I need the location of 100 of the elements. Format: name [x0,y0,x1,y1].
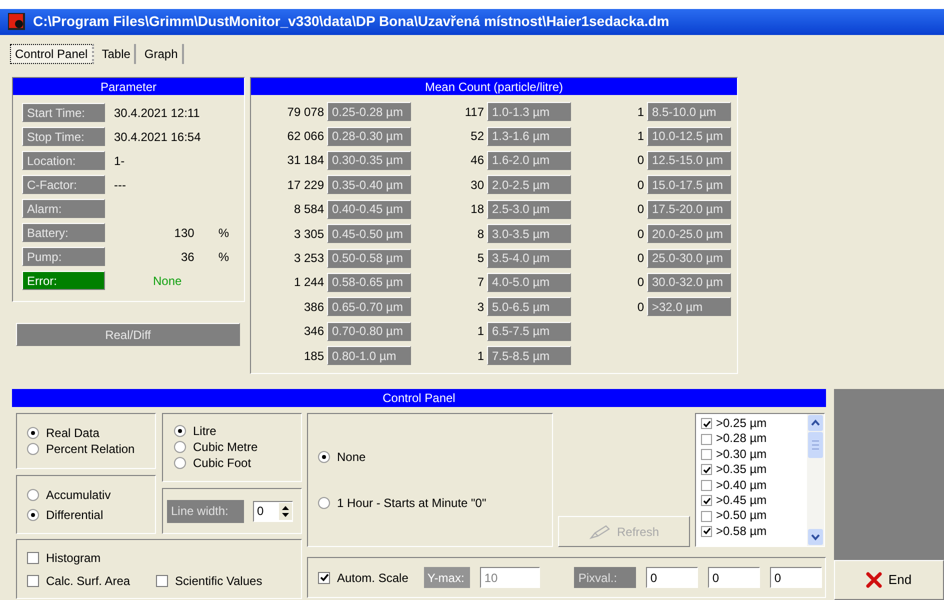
tab[interactable]: Control Panel [10,44,94,64]
field-label: 0.28-0.30 µm [327,126,411,146]
field-label: 10.0-12.5 µm [647,126,731,146]
count-value: 1 [637,128,644,146]
field-value: 30.4.2021 16:54 [114,128,201,146]
checkbox[interactable] [701,448,712,460]
radio-label: Accumulativ [46,486,111,504]
channel-label: >0.40 µm [716,478,767,493]
count-value: 8 584 [294,201,324,218]
field-label: 3.0-3.5 µm [487,224,571,244]
checkbox-label: Autom. Scale [337,570,408,586]
pixval-field[interactable]: 0 [646,567,698,588]
field-label: 0.80-1.0 µm [327,346,411,366]
count-value: 17 229 [287,176,324,194]
spin-box[interactable]: 0 [253,500,293,522]
field-label: 25.0-30.0 µm [647,248,731,268]
radio-button[interactable] [174,457,186,469]
channel-label: >0.58 µm [716,524,767,540]
field-label: 2.5-3.0 µm [487,200,571,219]
scroll-bar[interactable] [807,414,824,546]
count-value: 1 [477,348,484,365]
checkbox[interactable] [701,495,712,506]
count-value: 8 [477,226,484,243]
radio-button[interactable] [318,497,330,509]
window-title: C:\Program Files\Grimm\DustMonitor_v330\data\DP Bona\Uzavřená místnost\Haier1sedacka.dm [33,12,670,32]
checkbox[interactable] [156,574,168,586]
count-value: 386 [304,298,324,316]
radio-button[interactable] [174,441,186,453]
tab[interactable]: Graph [140,44,184,64]
field-label: Location: [22,151,105,170]
field-label: 3.5-4.0 µm [487,248,571,268]
count-value: 3 305 [294,226,324,243]
field-label: 30.0-32.0 µm [647,272,731,292]
checkbox-label: Histogram [46,550,101,566]
radio-label: Cubic Foot [193,455,252,472]
radio-button[interactable] [174,425,186,437]
count-value: 185 [304,348,324,365]
field-label: 5.0-6.5 µm [487,297,571,316]
checkbox[interactable] [701,510,712,522]
pen-icon [588,524,611,540]
field-label: 17.5-20.0 µm [647,200,731,219]
radio-label: Real Data [46,425,100,442]
checkbox[interactable] [318,572,330,584]
channel-label: >0.50 µm [716,508,767,524]
count-value: 18 [470,201,484,218]
panel-header: Control Panel [12,389,826,407]
field-label: Pump: [22,247,105,266]
count-value: 0 [637,152,644,170]
count-value: 1 [477,323,484,340]
radio-label: Cubic Metre [193,439,258,456]
field-label: 0.58-0.65 µm [327,272,411,292]
pixval-field[interactable]: 0 [770,567,822,588]
field-label: Line width: [167,500,244,522]
field-label: 0.65-0.70 µm [327,297,411,316]
app-icon [8,13,25,30]
radio-button[interactable] [27,443,39,455]
field-label: Pixval.: [574,567,636,588]
radio-button[interactable] [27,508,39,520]
checkbox[interactable] [27,552,39,564]
radio-button[interactable] [27,488,39,500]
count-value: 46 [470,152,484,170]
panel-header: Mean Count (particle/litre) [251,78,737,95]
field-label: 1.6-2.0 µm [487,150,571,170]
count-value: 62 066 [287,128,324,146]
pixval-field[interactable]: 0 [708,567,760,588]
field-label: Alarm: [22,199,105,218]
radio-label: Litre [193,423,216,440]
field-label: 0.45-0.50 µm [327,224,411,244]
checkbox[interactable] [701,464,712,476]
checkbox[interactable] [701,418,712,430]
field-label: 0.25-0.28 µm [327,102,411,122]
panel-header: Parameter [13,78,244,95]
count-value: 3 [477,298,484,316]
radio-label: None [337,449,366,466]
checkbox[interactable] [701,526,712,537]
count-value: 79 078 [287,104,324,121]
unit-label: % [218,248,229,266]
close-icon [866,572,882,588]
checkbox-label: Scientific Values [175,572,262,590]
channel-list[interactable]: >0.25 µm >0.28 µm >0.30 µm >0.35 µm >0.40 µm >0.45 µm >0.50 µm >0.58 µm [695,413,825,547]
checkbox[interactable] [27,574,39,586]
radio-label: Differential [46,506,104,524]
channel-label: >0.30 µm [716,446,767,462]
channel-label: >0.35 µm [716,462,767,478]
count-value: 117 [464,104,484,121]
field-label: 8.5-10.0 µm [647,102,731,122]
count-value: 7 [477,274,484,292]
field-label: 20.0-25.0 µm [647,224,731,244]
count-value: 1 244 [294,274,324,292]
field-label: 0.70-0.80 µm [327,322,411,341]
count-value: 346 [304,323,324,340]
tab[interactable]: Table [98,44,136,64]
radio-button[interactable] [318,451,330,463]
field-label: 15.0-17.5 µm [647,175,731,194]
radio-button[interactable] [27,427,39,439]
checkbox[interactable] [701,480,712,491]
end-button[interactable]: End [834,560,944,600]
checkbox[interactable] [701,434,712,445]
field-label: Start Time: [22,103,105,122]
count-value: 3 253 [294,250,324,268]
